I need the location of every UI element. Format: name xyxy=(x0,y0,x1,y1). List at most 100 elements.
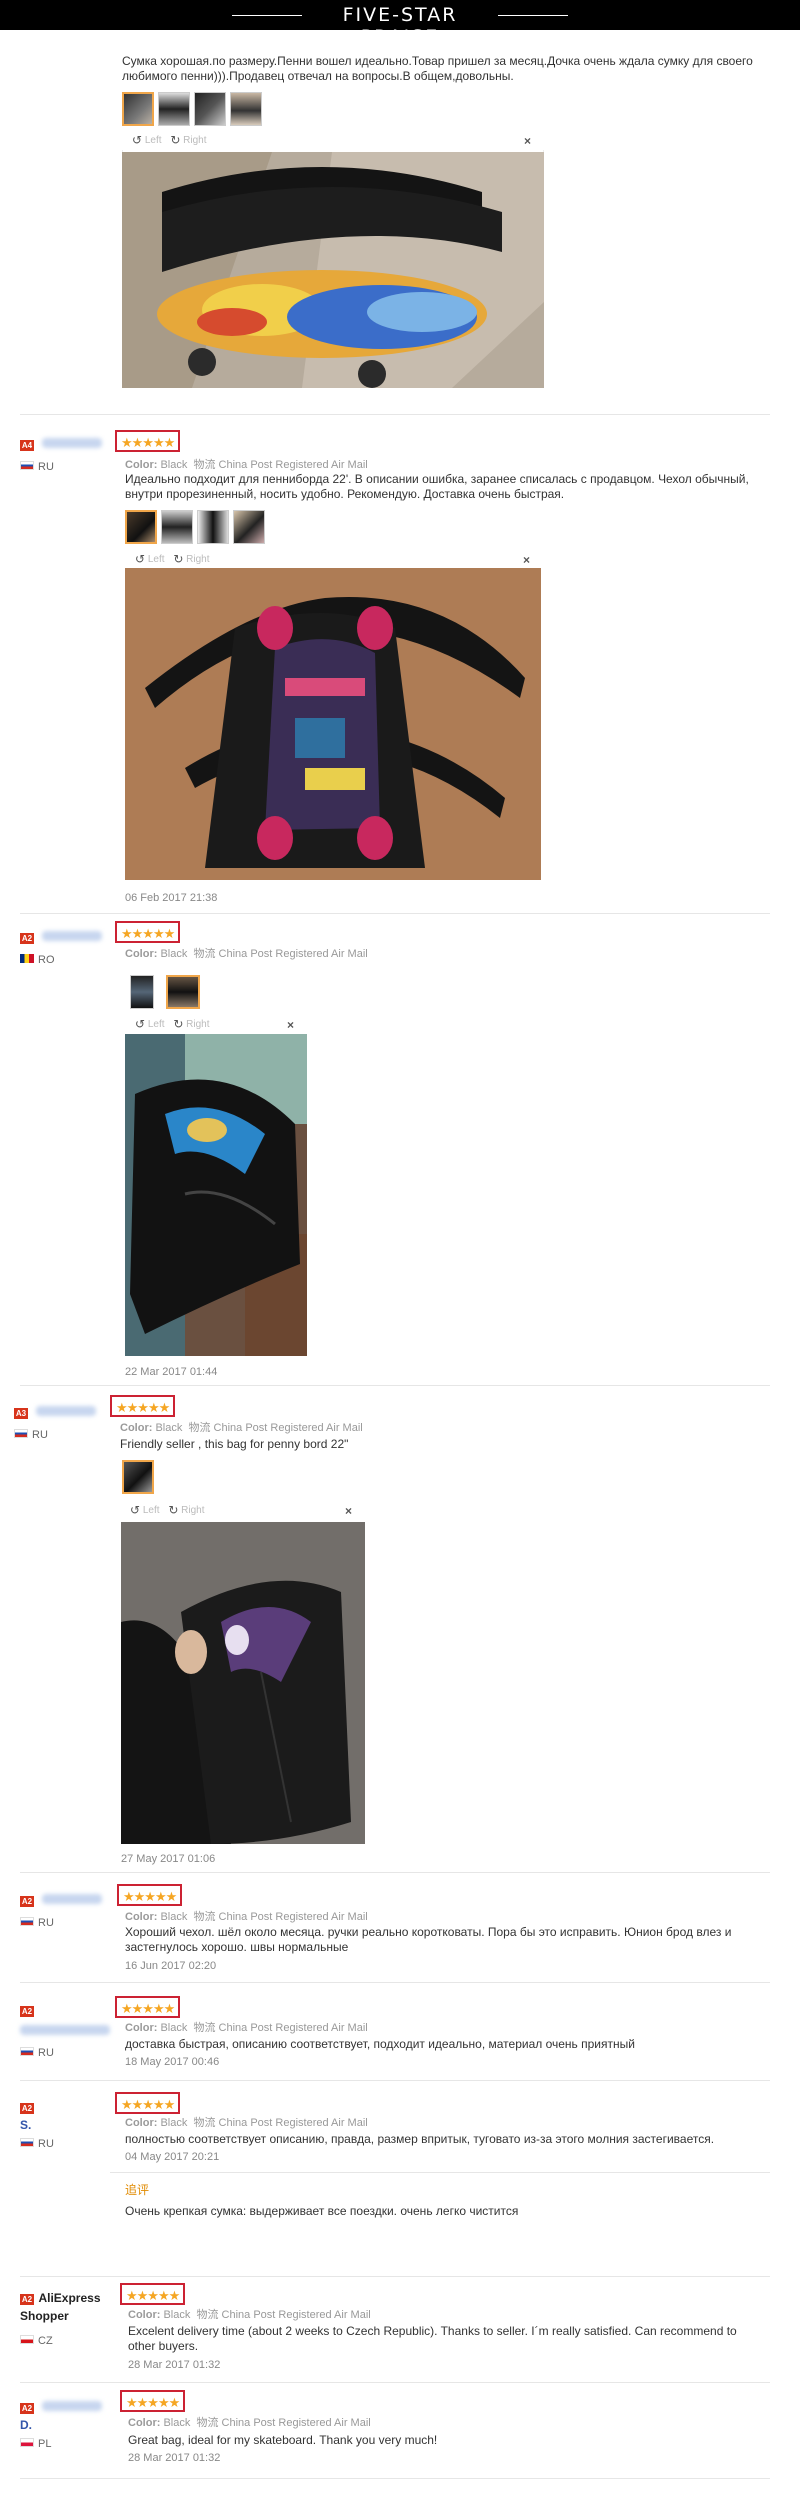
rotate-right-label[interactable]: Right xyxy=(186,554,209,565)
reviewer-info: A2 S. RU xyxy=(20,2098,54,2152)
level-badge: A2 xyxy=(20,1896,34,1907)
flag-icon xyxy=(20,2138,34,2148)
review-thumbnail[interactable] xyxy=(158,92,190,126)
review-meta: Color: Black 物流 China Post Registered Ai… xyxy=(125,948,368,960)
flag-icon xyxy=(20,2438,34,2448)
rotate-right-icon[interactable]: ↻ xyxy=(170,133,180,147)
review-date: 27 May 2017 01:06 xyxy=(121,1853,216,1865)
rating-stars: ★★★★★ xyxy=(120,2390,186,2412)
reviewer-country: RU xyxy=(38,461,54,473)
rotate-right-icon[interactable]: ↻ xyxy=(168,1503,178,1517)
reviewer-name xyxy=(42,1894,103,1904)
additional-review-label: 追评 xyxy=(125,2183,150,2197)
review-divider xyxy=(20,1872,770,1873)
reviewer-info: A3 RU xyxy=(14,1403,97,1443)
review-photo xyxy=(125,1034,307,1356)
level-badge: A2 xyxy=(20,2294,34,2305)
reviewer-name xyxy=(36,1406,97,1416)
rotate-right-label[interactable]: Right xyxy=(181,1505,204,1516)
flag-icon xyxy=(20,1917,34,1927)
review-thumbnail[interactable] xyxy=(130,975,154,1009)
review-meta: Color: Black 物流 China Post Registered Ai… xyxy=(125,1911,368,1923)
rating-stars: ★★★★★ xyxy=(115,921,181,943)
review-date: 16 Jun 2017 02:20 xyxy=(125,1960,217,1972)
review-text: Хороший чехол. шёл около месяца. ручки р… xyxy=(125,1925,732,1954)
rating-stars: ★★★★★ xyxy=(115,1996,181,2018)
reviewer-country: RU xyxy=(32,1429,48,1441)
review-date: 18 May 2017 00:46 xyxy=(125,2056,220,2068)
review-photo xyxy=(125,568,541,880)
rotate-right-label[interactable]: Right xyxy=(183,135,206,146)
rotate-left-label[interactable]: Left xyxy=(145,135,162,146)
rotate-left-label[interactable]: Left xyxy=(148,1019,165,1030)
image-viewer-controls: ↺ Left ↻ Right xyxy=(135,552,216,566)
flag-icon xyxy=(20,954,34,964)
review-thumbnail[interactable] xyxy=(197,510,229,544)
rotate-left-icon[interactable]: ↺ xyxy=(132,133,142,147)
review-text: Excelent delivery time (about 2 weeks to… xyxy=(128,2324,737,2353)
review-divider xyxy=(20,2382,770,2383)
flag-icon xyxy=(20,2047,34,2057)
reviewer-info: A2 RO xyxy=(20,928,103,968)
reviewer-info: A2 RU xyxy=(20,2001,110,2061)
review-meta: Color: Black 物流 China Post Registered Ai… xyxy=(120,1422,363,1434)
review-thumbnail[interactable] xyxy=(194,92,226,126)
review-date: 28 Mar 2017 01:32 xyxy=(128,2359,221,2371)
rotate-left-icon[interactable]: ↺ xyxy=(135,1017,145,1031)
rotate-left-label[interactable]: Left xyxy=(148,554,165,565)
reviewer-info: A4 RU xyxy=(20,435,103,475)
level-badge: A3 xyxy=(14,1408,28,1419)
review-thumbnail[interactable] xyxy=(125,510,157,544)
review-thumbnail[interactable] xyxy=(233,510,265,544)
top-banner: FIVE-STAR PRAISE xyxy=(0,0,800,48)
review-thumbnail[interactable] xyxy=(230,92,262,126)
level-badge: A4 xyxy=(20,440,34,451)
review-text: доставка быстрая, описанию соответствует… xyxy=(125,2037,635,2051)
level-badge: A2 xyxy=(20,2103,34,2114)
banner-line-left xyxy=(232,15,302,16)
image-viewer-controls: ↺ Left ↻ Right xyxy=(135,1017,216,1031)
rating-stars: ★★★★★ xyxy=(110,1395,176,1417)
flag-icon xyxy=(20,2335,34,2345)
review-date: 22 Mar 2017 01:44 xyxy=(125,1366,218,1378)
reviewer-name xyxy=(20,2025,110,2035)
rotate-left-label[interactable]: Left xyxy=(143,1505,160,1516)
review-divider xyxy=(20,2478,770,2479)
rotate-left-icon[interactable]: ↺ xyxy=(130,1503,140,1517)
rating-stars: ★★★★★ xyxy=(120,2283,186,2305)
level-badge: A2 xyxy=(20,2006,34,2017)
rotate-right-label[interactable]: Right xyxy=(186,1019,209,1030)
rotate-right-icon[interactable]: ↻ xyxy=(173,1017,183,1031)
review-thumbnail[interactable] xyxy=(122,1460,154,1494)
close-icon[interactable]: × xyxy=(345,1504,352,1518)
review-meta: Color: Black 物流 China Post Registered Ai… xyxy=(128,2309,371,2321)
review-text: Сумка хорошая.по размеру.Пенни вошел иде… xyxy=(122,54,753,83)
reviewer-info: A2 D. PL xyxy=(20,2398,103,2452)
reviewer-name-blurred xyxy=(42,2401,103,2411)
review-divider xyxy=(20,1982,770,1983)
banner-title: FIVE-STAR PRAISE xyxy=(342,4,458,48)
review-photo xyxy=(121,1522,365,1844)
reviewer-country: RU xyxy=(38,1917,54,1929)
review-photo xyxy=(122,152,544,388)
reviewer-name: S. xyxy=(20,2118,32,2132)
review-thumbnail[interactable] xyxy=(122,92,154,126)
review-text: полностью соответствует описанию, правда… xyxy=(125,2132,715,2146)
review-divider xyxy=(20,2080,770,2081)
reviewer-name: D. xyxy=(20,2418,32,2432)
review-meta: Color: Black 物流 China Post Registered Ai… xyxy=(125,2022,368,2034)
review-thumbnail[interactable] xyxy=(166,975,200,1009)
reviewer-country: RU xyxy=(38,2138,54,2150)
review-thumbnail[interactable] xyxy=(161,510,193,544)
additional-review-text: Очень крепкая сумка: выдерживает все пое… xyxy=(125,2204,519,2218)
rating-stars: ★★★★★ xyxy=(117,1884,183,1906)
review-date: 28 Mar 2017 01:32 xyxy=(128,2452,221,2464)
close-icon[interactable]: × xyxy=(524,134,531,148)
level-badge: A2 xyxy=(20,933,34,944)
review-divider xyxy=(20,414,770,415)
rotate-right-icon[interactable]: ↻ xyxy=(173,552,183,566)
rotate-left-icon[interactable]: ↺ xyxy=(135,552,145,566)
close-icon[interactable]: × xyxy=(287,1018,294,1032)
close-icon[interactable]: × xyxy=(523,553,530,567)
rating-stars: ★★★★★ xyxy=(115,430,181,452)
